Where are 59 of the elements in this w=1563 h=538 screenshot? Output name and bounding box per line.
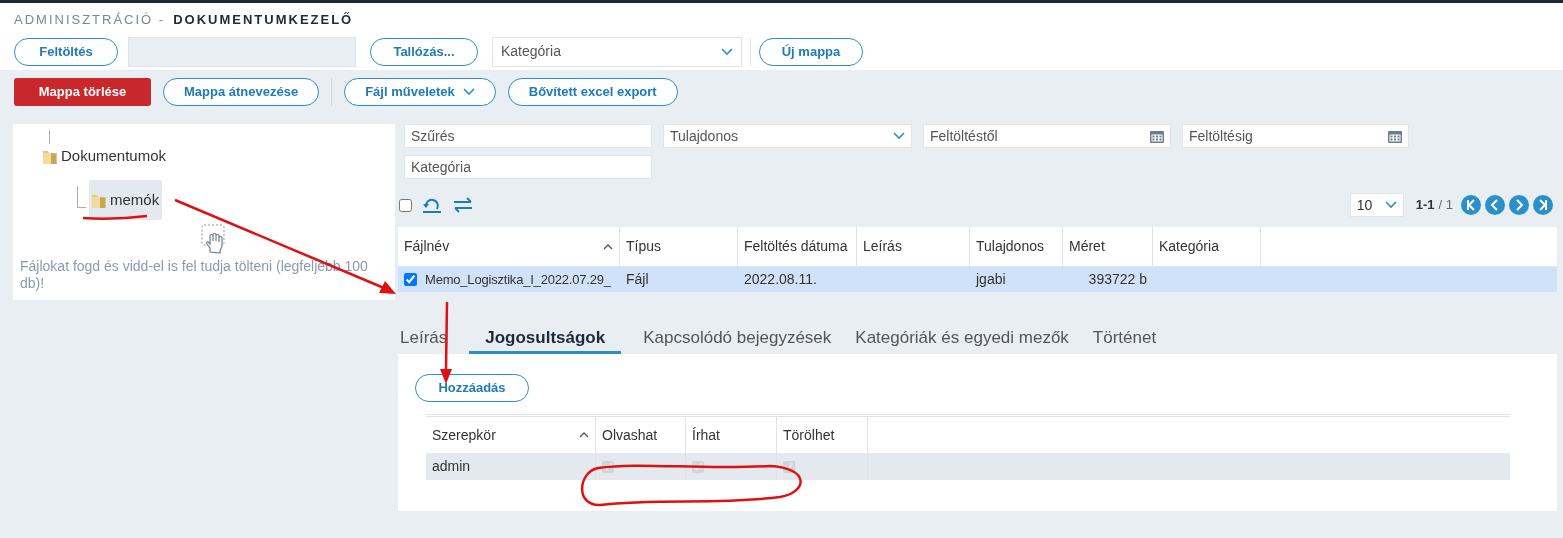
file-name-field[interactable] (128, 36, 356, 67)
table-cell-text: 2022.08.11. (743, 270, 818, 289)
tree-line (49, 130, 50, 144)
tree-item[interactable]: memók (89, 180, 163, 220)
table-cell-text: 393722 b (1087, 270, 1148, 289)
table-cell: admin (426, 453, 596, 480)
chevron-down-icon (893, 132, 905, 140)
filter-field[interactable]: Kategória (404, 155, 652, 179)
last-page-icon[interactable] (1533, 195, 1553, 215)
owner-select[interactable]: Tulajdonos (663, 124, 912, 148)
tree-line (77, 186, 86, 208)
chevron-down-icon (721, 47, 733, 56)
column-header[interactable]: Tulajdonos (970, 227, 1063, 266)
detail-tab[interactable]: Történet (1090, 324, 1159, 354)
refresh-icon[interactable] (422, 196, 442, 214)
detail-tab[interactable]: Kategóriák és egyedi mezők (853, 324, 1071, 354)
file-row[interactable]: Memo_Logisztika_I_2022.07.29_ Fájl 2022.08.11. jgabi 393722 b (398, 267, 1557, 292)
first-page-icon[interactable] (1461, 195, 1481, 215)
detail-tab[interactable]: Kapcsolódó bejegyzések (641, 324, 834, 354)
breadcrumb-section: ADMINISZTRÁCIÓ - (14, 10, 166, 30)
column-header[interactable]: Méret (1063, 227, 1153, 266)
browse-button[interactable]: Tallózás... (370, 37, 478, 66)
upload-button[interactable]: Feltöltés (14, 37, 118, 66)
page-size-select[interactable]: 10 (1349, 193, 1404, 217)
filter-field[interactable]: Szűrés (404, 124, 652, 148)
calendar-icon (1388, 129, 1402, 143)
swap-icon[interactable] (452, 197, 474, 213)
page-range: 1-1 (1415, 196, 1435, 215)
add-button[interactable]: Hozzáadás (415, 374, 529, 402)
sort-caret-icon (579, 432, 589, 438)
column-header[interactable]: Feltöltés dátuma (738, 227, 857, 266)
action-button[interactable]: Bővített excel export (507, 78, 678, 106)
date-field[interactable]: Feltöltésig (1182, 124, 1409, 148)
column-header[interactable]: Fájlnév (398, 227, 620, 266)
calendar-icon (1150, 129, 1164, 143)
new-folder-button[interactable]: Új mappa (759, 37, 863, 66)
annotation-underline (82, 214, 148, 220)
column-header[interactable]: Típus (620, 227, 738, 266)
table-cell: Memo_Logisztika_I_2022.07.29_ (398, 267, 620, 292)
drag-hand-icon (200, 224, 227, 254)
select-all-checkbox[interactable] (399, 198, 412, 212)
chevron-down-icon (1384, 201, 1397, 209)
row-checkbox[interactable] (404, 273, 417, 286)
table-cell-text: Fájl (625, 270, 650, 289)
chevron-down-icon (462, 88, 475, 96)
previous-page-icon[interactable] (1485, 195, 1505, 215)
date-field[interactable]: Feltöltéstől (923, 124, 1171, 148)
action-button[interactable]: Mappa átnevezése (163, 78, 320, 106)
page-total: / 1 (1438, 196, 1453, 215)
column-header[interactable]: Leírás (857, 227, 970, 266)
sort-caret-icon (603, 243, 613, 250)
tree-item[interactable]: Dokumentumok (40, 136, 169, 176)
delete-folder-button[interactable]: Mappa törlése (14, 78, 151, 106)
page-title: DOKUMENTUMKEZELŐ (173, 11, 354, 29)
table-cell-text: jgabi (974, 270, 1007, 289)
next-page-icon[interactable] (1509, 195, 1529, 215)
column-header[interactable]: Kategória (1153, 227, 1261, 266)
file-actions-button[interactable]: Fájl műveletek (344, 78, 496, 106)
category-select[interactable]: Kategória (492, 36, 742, 67)
